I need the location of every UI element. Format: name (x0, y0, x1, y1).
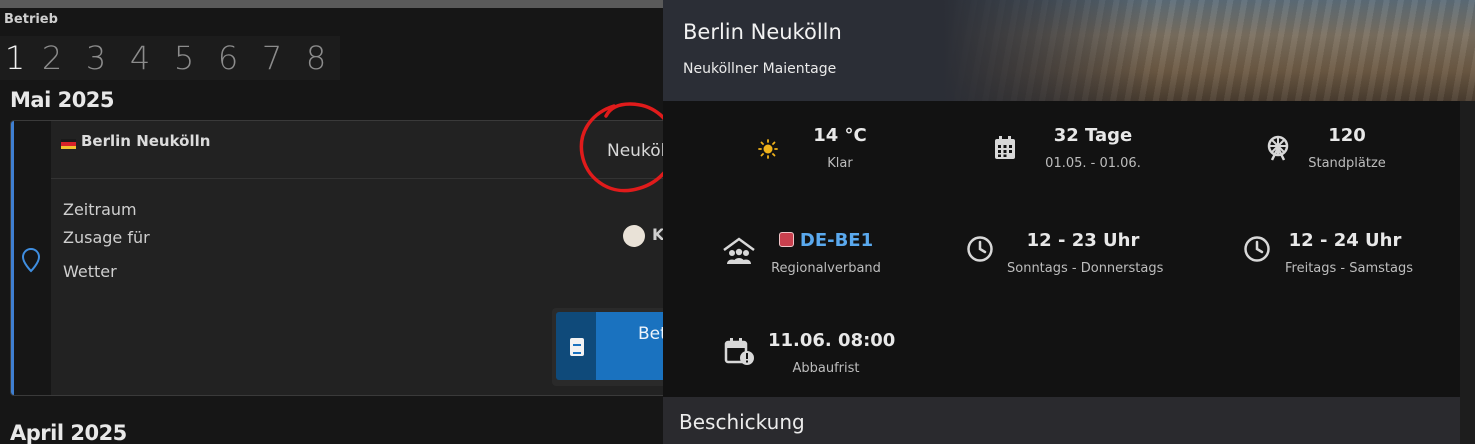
page-1[interactable]: 1 (0, 36, 30, 80)
operation-button-face: Bet (556, 312, 663, 380)
card-header: Berlin Neukölln Neuköl (51, 121, 663, 179)
detail-subtitle: Neuköllner Maientage (683, 61, 837, 77)
duration-label: 01.05. - 01.06. (1045, 156, 1141, 171)
stat-hours-weekend: 12 - 24 Uhr Freitags - Samstags (1285, 230, 1413, 276)
clock-icon (967, 236, 993, 262)
city-header-image (943, 0, 1475, 101)
page-8[interactable]: 8 (294, 36, 338, 80)
teardown-value: 11.06. 08:00 (768, 330, 896, 351)
window-top-bar (0, 0, 663, 8)
location-pin-icon (21, 247, 41, 273)
hours-weekday-label: Sonntags - Donnerstags (1007, 261, 1164, 276)
card-title: Berlin Neukölln (81, 132, 211, 150)
page-4[interactable]: 4 (118, 36, 162, 80)
page-7[interactable]: 7 (250, 36, 294, 80)
avatar (623, 225, 645, 247)
operation-button[interactable]: Bet (552, 308, 663, 386)
page-selector: 1 2 3 4 5 6 7 8 (0, 36, 340, 80)
hours-weekend-label: Freitags - Samstags (1285, 261, 1413, 276)
sun-icon (758, 139, 778, 159)
hours-weekend-value: 12 - 24 Uhr (1288, 230, 1402, 251)
weather-label: Klar (827, 156, 853, 171)
stat-duration: 32 Tage 01.05. - 01.06. (1033, 125, 1153, 171)
teardown-label: Abbaufrist (792, 361, 860, 376)
calendar-alert-icon (724, 338, 754, 365)
detail-header: Berlin Neukölln Neuköllner Maientage (663, 0, 1475, 101)
document-icon (570, 338, 584, 356)
beschickung-title: Beschickung (679, 410, 805, 434)
region-badge (778, 232, 794, 247)
beschickung-section-header[interactable]: Beschickung (663, 397, 1460, 444)
page-6[interactable]: 6 (206, 36, 250, 80)
spots-label: Standplätze (1308, 156, 1386, 171)
calendar-icon (995, 136, 1015, 159)
row-label-zeitraum: Zeitraum (63, 200, 137, 219)
section-label: Betrieb (4, 12, 58, 27)
region-code: DE-BE1 (799, 230, 874, 251)
region-label: Regionalverband (771, 261, 881, 276)
association-icon (723, 237, 755, 264)
month-heading-next: April 2025 (10, 421, 127, 444)
page-3[interactable]: 3 (74, 36, 118, 80)
clock-icon (1244, 236, 1270, 262)
event-detail-panel: Berlin Neukölln Neuköllner Maientage 14 … (663, 0, 1475, 444)
ferris-wheel-icon (1267, 135, 1289, 161)
duration-value: 32 Tage (1053, 125, 1133, 146)
stat-teardown: 11.06. 08:00 Abbaufrist (768, 330, 896, 376)
page-5[interactable]: 5 (162, 36, 206, 80)
stat-hours-weekday: 12 - 23 Uhr Sonntags - Donnerstags (1007, 230, 1164, 276)
card-subtitle: Neuköl (607, 141, 663, 161)
page-2[interactable]: 2 (30, 36, 74, 80)
weather-value: 14 °C (813, 125, 867, 146)
event-card[interactable]: Berlin Neukölln Neuköl Zeitraum Zusage f… (10, 120, 663, 396)
hours-weekday-value: 12 - 23 Uhr (1026, 230, 1140, 251)
operation-button-label: Bet (638, 324, 663, 344)
panel-scroll-edge (1460, 101, 1475, 444)
detail-title: Berlin Neukölln (683, 20, 842, 44)
stat-region: DE-BE1 Regionalverband (768, 230, 884, 276)
month-heading: Mai 2025 (10, 88, 115, 112)
avatar-name: K (652, 225, 663, 244)
stat-spots: 120 Standplätze (1297, 125, 1397, 171)
spots-value: 120 (1328, 125, 1366, 146)
calendar-list-panel: Betrieb 1 2 3 4 5 6 7 8 Mai 2025 Berlin … (0, 8, 663, 444)
germany-flag-icon (61, 139, 76, 149)
region-value[interactable]: DE-BE1 (768, 230, 884, 251)
row-label-wetter: Wetter (63, 262, 117, 281)
stat-weather: 14 °C Klar (790, 125, 890, 171)
row-label-zusage: Zusage für (63, 228, 150, 247)
